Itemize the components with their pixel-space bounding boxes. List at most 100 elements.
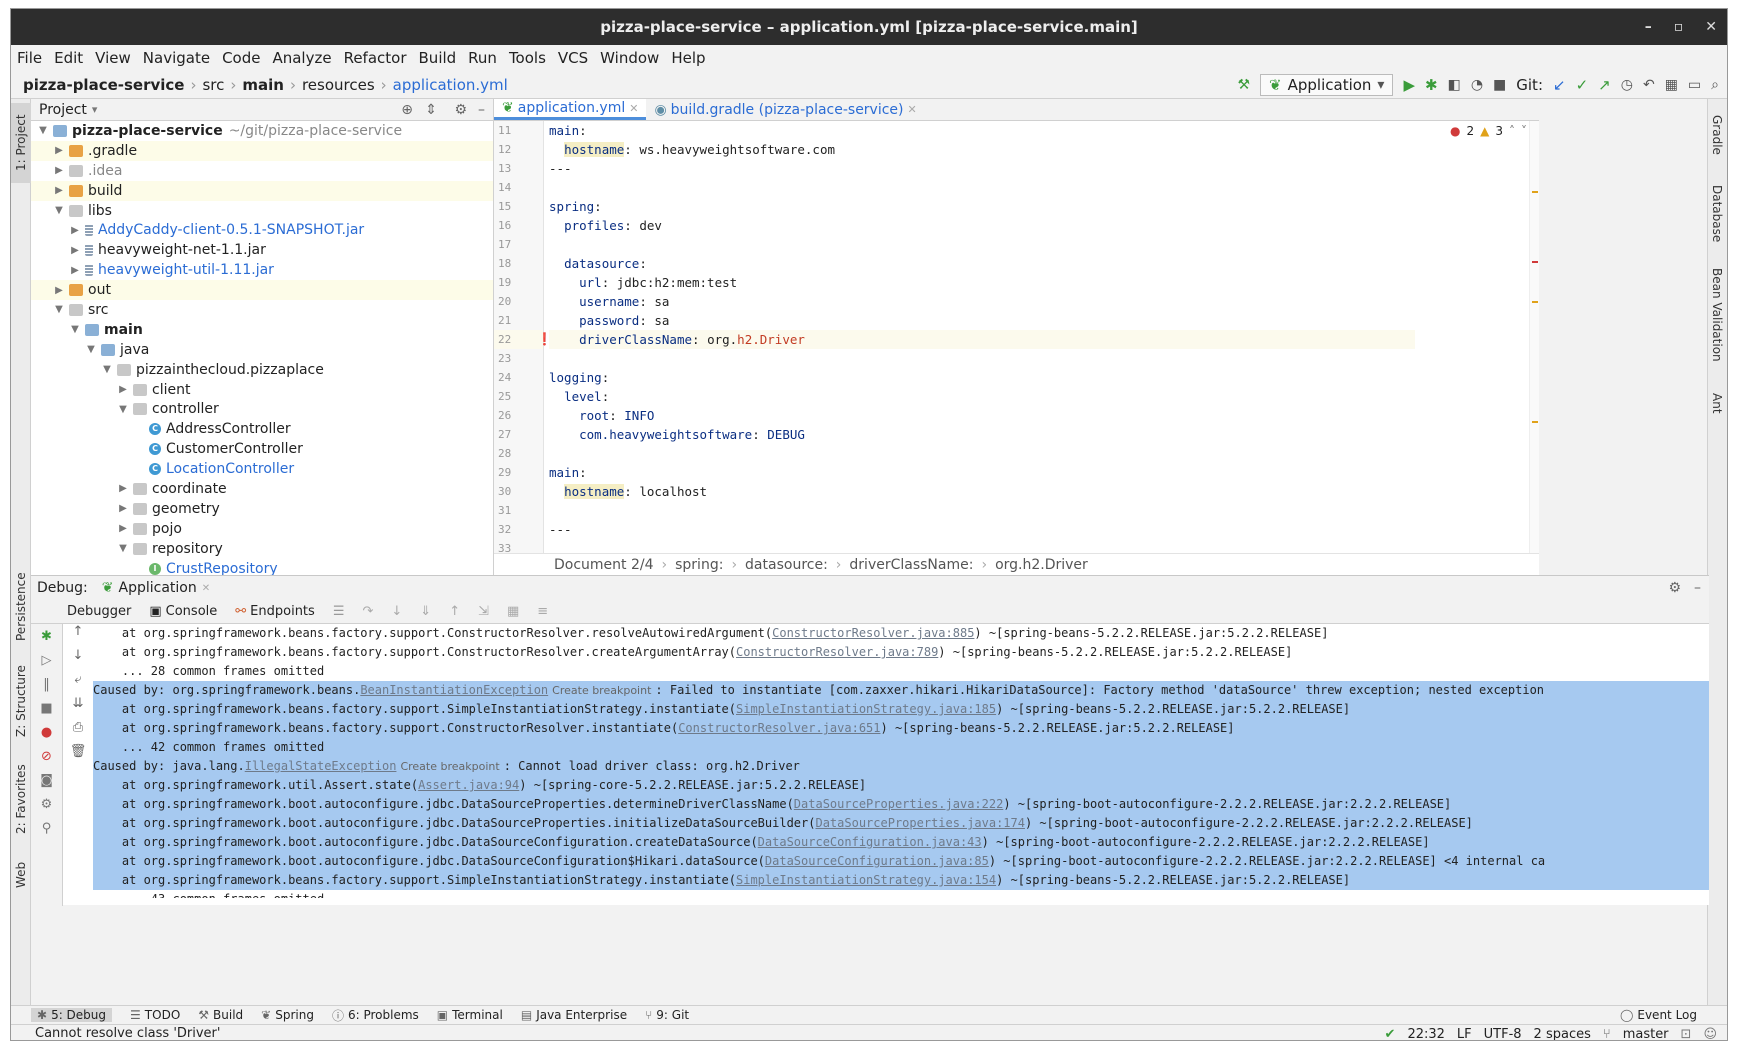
menu-view[interactable]: View [95, 49, 131, 67]
tab-application-yml[interactable]: ❦ application.yml ✕ [494, 99, 647, 120]
resume-icon[interactable]: ▷ [31, 648, 62, 672]
tree-node[interactable]: ▶ out [31, 280, 493, 301]
event-log-tab[interactable]: ◯ Event Log [1620, 1008, 1697, 1022]
stack-trace-link[interactable]: BeanInstantiationException [360, 683, 548, 697]
editor-breadcrumb-item[interactable]: spring: [675, 557, 723, 573]
chevron-up-icon[interactable]: ˄ [1509, 124, 1515, 138]
stop-icon[interactable]: ■ [31, 696, 62, 720]
chevron-down-icon[interactable]: ˅ [1521, 124, 1527, 138]
minimize-icon[interactable]: – [1645, 19, 1652, 35]
stack-trace-link[interactable]: IllegalStateException [245, 759, 397, 773]
tree-node[interactable]: ▶ .gradle [31, 140, 493, 161]
close-icon[interactable]: ✕ [1705, 19, 1717, 35]
trash-icon[interactable]: 🗑 [63, 744, 93, 768]
tab-build-gradle[interactable]: ◉ build.gradle (pizza-place-service) ✕ [646, 99, 924, 120]
build-hammer-icon[interactable]: ⚒ [1237, 77, 1250, 93]
tree-node[interactable]: ▼ pizzainthecloud.pizzaplace [31, 360, 493, 380]
menu-run[interactable]: Run [468, 49, 497, 67]
gear-icon[interactable]: ⚙ [31, 792, 62, 816]
menu-code[interactable]: Code [222, 49, 260, 67]
soft-wrap-icon[interactable]: ⤶ [63, 672, 93, 696]
stack-trace-link[interactable]: ConstructorResolver.java:789 [736, 645, 938, 659]
rerun-icon[interactable]: ✱ [31, 624, 62, 648]
tool-tab[interactable]: ☰ TODO [130, 1008, 180, 1022]
chevron-right-icon[interactable]: ▶ [117, 384, 129, 395]
stack-trace-link[interactable]: DataSourceProperties.java:222 [794, 797, 1004, 811]
tab-gradle[interactable]: Gradle [1707, 105, 1727, 165]
debug-session-tab[interactable]: ❦ Application ✕ [102, 580, 210, 596]
inspection-widget[interactable]: ● 2 ▲ 3 ˄ ˅ [1450, 124, 1527, 138]
chevron-right-icon[interactable]: ▶ [53, 285, 65, 296]
print-icon[interactable]: ⎙ [63, 720, 93, 744]
indent-setting[interactable]: 2 spaces [1534, 1027, 1591, 1041]
tree-node[interactable]: ▶ .idea [31, 161, 493, 181]
chevron-down-icon[interactable]: ▼ [101, 364, 113, 375]
stack-trace-link[interactable]: DataSourceConfiguration.java:85 [765, 854, 989, 868]
tree-node[interactable]: ▶ pojo [31, 519, 493, 539]
code-area[interactable]: main: hostname: ws.heavyweightsoftware.c… [537, 121, 1415, 553]
tab-database[interactable]: Database [1707, 179, 1727, 249]
down-icon[interactable]: ↓ [63, 648, 93, 672]
tree-node[interactable]: C AddressController [31, 419, 493, 439]
chevron-right-icon[interactable]: ▶ [69, 225, 81, 236]
tool-tab[interactable]: ⚒ Build [198, 1008, 243, 1022]
error-bulb-icon[interactable]: ❗ [537, 330, 552, 349]
stack-trace-link[interactable]: ConstructorResolver.java:885 [772, 626, 974, 640]
maximize-icon[interactable]: ▫ [1674, 19, 1684, 35]
editor-breadcrumb-item[interactable]: org.h2.Driver [995, 557, 1088, 573]
menu-tools[interactable]: Tools [509, 49, 546, 67]
tool-tab[interactable]: ✱ 5: Debug [31, 1008, 113, 1022]
tree-node[interactable]: C LocationController [31, 459, 493, 479]
stack-trace-link[interactable]: DataSourceConfiguration.java:43 [758, 835, 982, 849]
stack-trace-link[interactable]: ConstructorResolver.java:651 [678, 721, 880, 735]
tree-node[interactable]: ▶ coordinate [31, 479, 493, 499]
git-branch[interactable]: master [1623, 1027, 1669, 1041]
breadcrumb-item[interactable]: application.yml [393, 76, 508, 94]
tree-node[interactable]: ▶ AddyCaddy-client-0.5.1-SNAPSHOT.jar [31, 220, 493, 240]
chevron-right-icon[interactable]: ▶ [117, 483, 129, 494]
file-encoding[interactable]: UTF-8 [1484, 1027, 1522, 1041]
editor-scrollbar[interactable] [1529, 121, 1539, 553]
gear-icon[interactable]: ⚙ [1668, 580, 1681, 596]
menu-build[interactable]: Build [419, 49, 457, 67]
stack-trace-link[interactable]: SimpleInstantiationStrategy.java:154 [736, 873, 996, 887]
tab-structure[interactable]: Z: Structure [11, 661, 31, 741]
step-into-icon[interactable]: ↓ [391, 604, 402, 619]
chevron-down-icon[interactable]: ▼ [53, 205, 65, 216]
breadcrumb-item[interactable]: main [242, 76, 284, 94]
editor-breadcrumb-item[interactable]: driverClassName: [849, 557, 973, 573]
console-output[interactable]: at org.springframework.beans.factory.sup… [93, 624, 1709, 898]
project-panel-title[interactable]: Project [39, 102, 87, 118]
view-breakpoints-icon[interactable]: ● [31, 720, 62, 744]
coverage-icon[interactable]: ◧ [1448, 77, 1461, 93]
locate-icon[interactable]: ⊕ [401, 102, 413, 118]
editor-breadcrumb-item[interactable]: datasource: [745, 557, 828, 573]
menu-edit[interactable]: Edit [54, 49, 83, 67]
tab-project[interactable]: 1: Project [11, 103, 31, 183]
stack-trace-link[interactable]: Assert.java:94 [418, 778, 519, 792]
run-icon[interactable]: ▶ [1403, 76, 1415, 94]
mute-breakpoints-icon[interactable]: ⊘ [31, 744, 62, 768]
caret-position[interactable]: 22:32 [1407, 1027, 1444, 1041]
tree-node[interactable]: ▶ build [31, 180, 493, 201]
warning-marker[interactable] [1532, 191, 1538, 193]
breadcrumb-item[interactable]: src [202, 76, 224, 94]
evaluate-icon[interactable]: ▦ [507, 604, 519, 619]
chevron-right-icon[interactable]: ▶ [53, 165, 65, 176]
search-icon[interactable]: ⌕ [1711, 77, 1719, 93]
tab-ant[interactable]: Ant [1707, 383, 1727, 423]
create-breakpoint-link[interactable]: Create breakpoint [400, 760, 499, 773]
inspector-icon[interactable]: ☺ [1703, 1027, 1717, 1041]
gear-icon[interactable]: ⚙ [454, 102, 467, 118]
chevron-right-icon[interactable]: ▶ [117, 503, 129, 514]
hide-icon[interactable]: – [1694, 580, 1701, 596]
menu-window[interactable]: Window [600, 49, 659, 67]
git-push-icon[interactable]: ↗ [1598, 76, 1611, 94]
menu-analyze[interactable]: Analyze [272, 49, 331, 67]
tab-console[interactable]: ▣ Console [149, 604, 217, 619]
layout-icon[interactable]: ▭ [1688, 77, 1701, 93]
tree-node[interactable]: ▶ heavyweight-util-1.11.jar [31, 260, 493, 280]
chevron-down-icon[interactable]: ▼ [69, 324, 81, 335]
tree-node[interactable]: ▼ repository [31, 539, 493, 559]
stack-trace-link[interactable]: SimpleInstantiationStrategy.java:185 [736, 702, 996, 716]
